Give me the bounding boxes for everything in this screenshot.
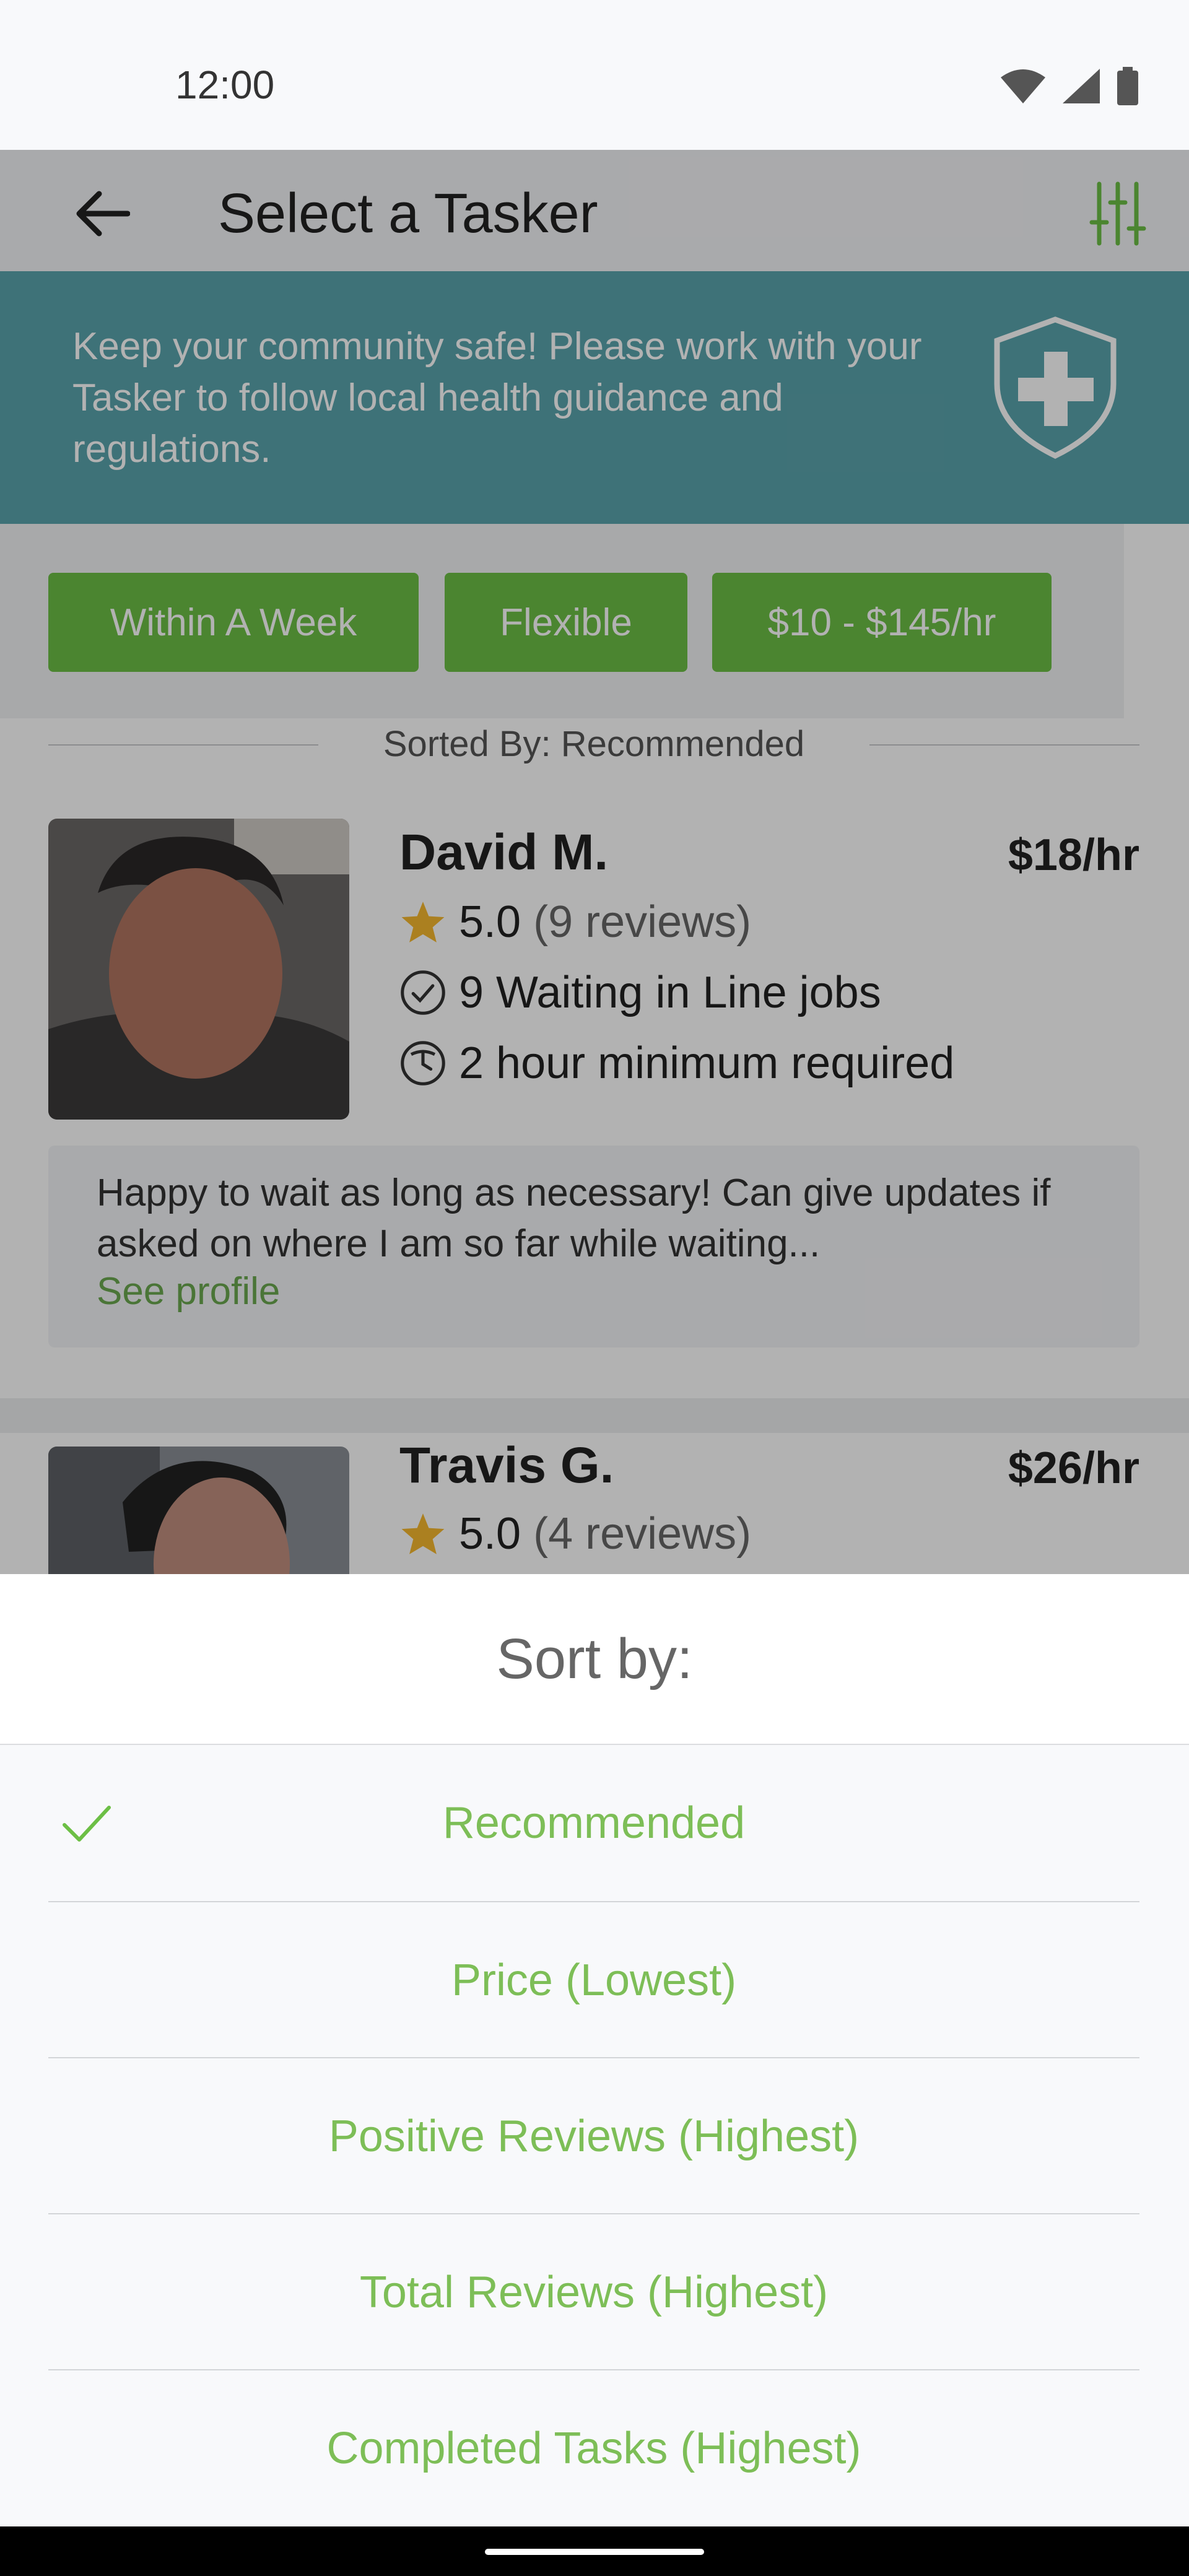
- star-icon: [401, 902, 445, 942]
- tasker-rating-row: 5.0 (4 reviews): [399, 1508, 751, 1559]
- status-icons: [1000, 67, 1139, 105]
- wifi-icon: [1001, 69, 1045, 103]
- signal-icon: [1063, 69, 1100, 103]
- tasker-bio-text: Happy to wait as long as necessary! Can …: [97, 1172, 1051, 1265]
- sort-option-positive-reviews[interactable]: Positive Reviews (Highest): [48, 2058, 1139, 2214]
- system-nav-bar: [0, 2526, 1189, 2576]
- tasker-card[interactable]: Travis G. $26/hr 5.0 (4 reviews): [0, 1433, 1189, 1574]
- sort-option-recommended[interactable]: Recommended: [48, 1745, 1139, 1901]
- health-banner: Keep your community safe! Please work wi…: [0, 271, 1189, 524]
- sorted-by-row: Sorted By: Recommended: [48, 718, 1139, 768]
- avatar: [48, 819, 349, 1120]
- sort-option-total-reviews[interactable]: Total Reviews (Highest): [48, 2214, 1139, 2370]
- tasker-rating: 5.0: [459, 897, 521, 947]
- tasker-rate: $26/hr: [1008, 1443, 1139, 1493]
- tasker-card[interactable]: David M. $18/hr 5.0 (9 reviews) 9 Waitin…: [0, 774, 1189, 1398]
- filter-chip-date[interactable]: Within A Week: [48, 573, 419, 672]
- tasker-minimum-row: 2 hour minimum required: [399, 1038, 954, 1089]
- app-bar: Select a Tasker: [0, 150, 1189, 271]
- status-time: 12:00: [175, 63, 275, 107]
- star-icon: [401, 1513, 445, 1554]
- tasker-name[interactable]: Travis G.: [399, 1437, 614, 1495]
- shield-cross-icon: [994, 316, 1117, 459]
- sort-option-price[interactable]: Price (Lowest): [48, 1902, 1139, 2058]
- see-profile-link[interactable]: See profile: [97, 1269, 280, 1313]
- clock-icon: [401, 1041, 445, 1086]
- battery-icon: [1117, 67, 1138, 105]
- sort-option-list: Recommended Price (Lowest) Positive Revi…: [0, 1745, 1189, 2526]
- tasker-review-count: (4 reviews): [533, 1509, 752, 1559]
- arrow-left-icon: [76, 191, 130, 237]
- sort-option-completed-tasks[interactable]: Completed Tasks (Highest): [48, 2370, 1139, 2526]
- avatar: [48, 1447, 349, 1574]
- check-circle-icon: [401, 970, 445, 1015]
- tasker-rating: 5.0: [459, 1509, 521, 1559]
- tasker-rating-row: 5.0 (9 reviews): [399, 897, 751, 947]
- sliders-icon: [1089, 181, 1146, 246]
- tasker-jobs: 9 Waiting in Line jobs: [459, 968, 881, 1017]
- tasker-bio: Happy to wait as long as necessary! Can …: [48, 1146, 1139, 1347]
- filter-chip-flexible[interactable]: Flexible: [445, 573, 687, 672]
- tasker-name[interactable]: David M.: [399, 824, 608, 882]
- filter-button[interactable]: [1084, 180, 1152, 248]
- status-bar: 12:00: [0, 0, 1189, 150]
- filter-chip-price[interactable]: $10 - $145/hr: [712, 573, 1052, 672]
- sort-sheet-title: Sort by:: [496, 1627, 693, 1690]
- page-title: Select a Tasker: [218, 183, 598, 245]
- card-divider: [0, 1398, 1189, 1433]
- home-handle[interactable]: [485, 2549, 704, 2555]
- back-button[interactable]: [68, 180, 136, 248]
- tasker-minimum: 2 hour minimum required: [459, 1038, 955, 1088]
- sort-divider-right: [869, 744, 1139, 746]
- tasker-rate: $18/hr: [1008, 830, 1139, 880]
- tasker-jobs-row: 9 Waiting in Line jobs: [399, 967, 881, 1018]
- sort-bottom-sheet: Sort by: Recommended Price (Lowest) Posi…: [0, 1574, 1189, 2526]
- tasker-review-count: (9 reviews): [533, 897, 752, 947]
- banner-text: Keep your community safe! Please work wi…: [72, 325, 922, 471]
